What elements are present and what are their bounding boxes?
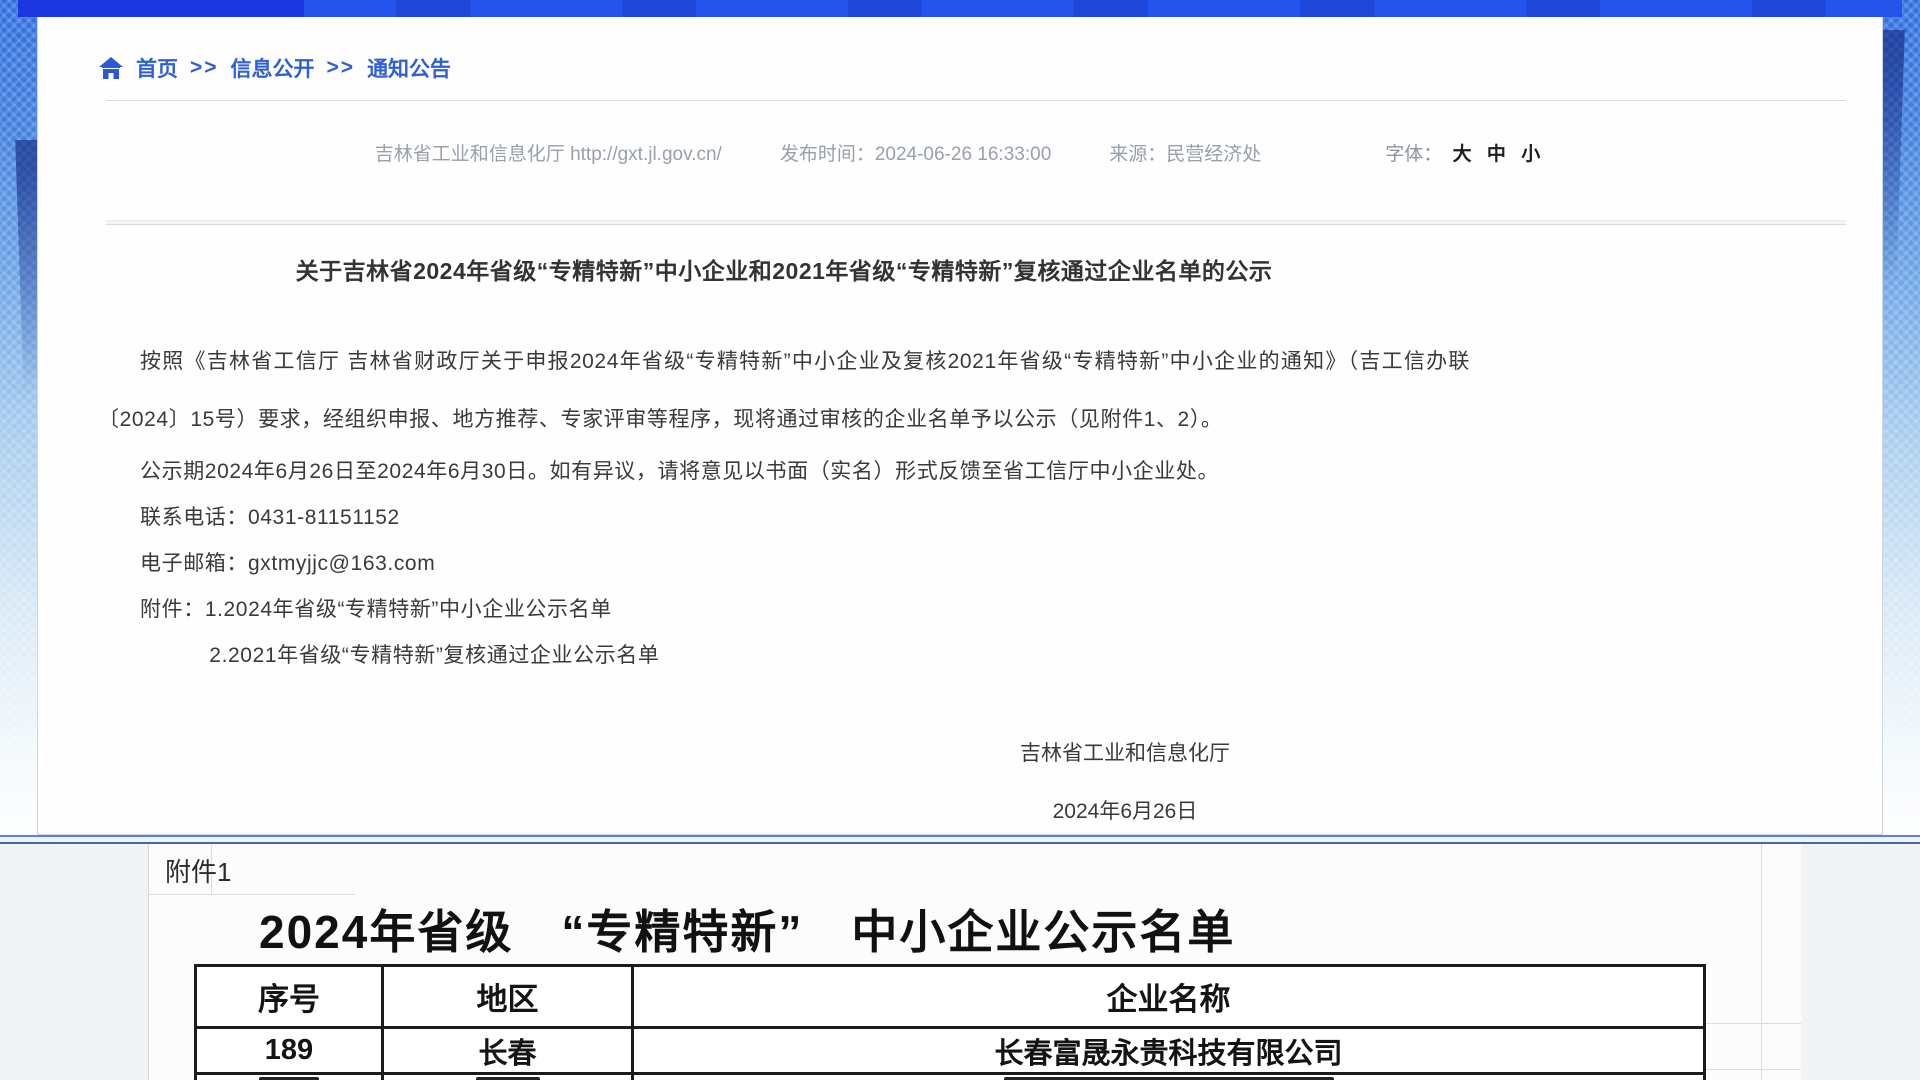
top-nav-bar <box>18 0 1902 17</box>
font-size-large-button[interactable]: 大 <box>1453 144 1472 165</box>
section-separator-line <box>0 835 1920 844</box>
right-diagonal-shade <box>1882 30 1920 370</box>
breadcrumb-divider <box>106 100 1846 101</box>
article-title: 关于吉林省2024年省级“专精特新”中小企业和2021年省级“专精特新”复核通过… <box>98 255 1470 287</box>
cell-company: 长春富晟永贵科技有限公司 <box>634 1029 1703 1075</box>
article-meta-bar: 吉林省工业和信息化厅 http://gxt.jl.gov.cn/ 发布时间：20… <box>38 139 1882 166</box>
article-paragraph: 公示期2024年6月26日至2024年6月30日。如有异议，请将意见以书面（实名… <box>98 449 1470 495</box>
font-size-control: 字体： 大 中 小 <box>1385 139 1545 166</box>
partial-cell <box>197 1075 384 1080</box>
article-paragraph: 按照《吉林省工信厅 吉林省财政厅关于申报2024年省级“专精特新”中小企业及复核… <box>98 333 1470 449</box>
breadcrumb-home-link[interactable]: 首页 <box>136 53 178 83</box>
breadcrumb-info-link[interactable]: 信息公开 <box>231 53 315 83</box>
contact-phone-line: 联系电话：0431-81151152 <box>98 495 1470 541</box>
cell-region: 长春 <box>384 1029 634 1075</box>
signature-org: 吉林省工业和信息化厅 <box>1020 725 1230 783</box>
sheet-title: 2024年省级 “专精特新” 中小企业公示名单 <box>259 896 1235 962</box>
company-table: 序号 地区 企业名称 189 长春 长春富晟永贵科技有限公司 <box>194 964 1706 1080</box>
attachment-line-1: 附件：1.2024年省级“专精特新”中小企业公示名单 <box>98 587 1470 633</box>
right-edge-decoration <box>1882 0 1920 845</box>
font-size-label: 字体： <box>1385 144 1442 165</box>
phone-number: 0431-81151152 <box>248 506 400 529</box>
font-size-small-button[interactable]: 小 <box>1521 144 1540 165</box>
table-row: 189 长春 长春富晟永贵科技有限公司 <box>197 1029 1703 1075</box>
article-body: 关于吉林省2024年省级“专精特新”中小企业和2021年省级“专精特新”复核通过… <box>98 255 1470 841</box>
attachment-sheet-label: 附件1 <box>165 852 231 889</box>
sheet-gridline <box>149 894 355 895</box>
site-name: 吉林省工业和信息化厅 http://gxt.jl.gov.cn/ <box>375 139 722 166</box>
attachment-preview-section: 附件1 2024年省级 “专精特新” 中小企业公示名单 序号 地区 企业名称 1… <box>0 844 1920 1080</box>
breadcrumb: 首页 >> 信息公开 >> 通知公告 <box>98 53 451 83</box>
partial-cell <box>634 1075 1703 1080</box>
header-seq: 序号 <box>197 967 384 1029</box>
cell-seq: 189 <box>197 1029 384 1075</box>
font-size-medium-button[interactable]: 中 <box>1487 144 1506 165</box>
signature-date: 2024年6月26日 <box>1020 783 1230 841</box>
table-header-row: 序号 地区 企业名称 <box>197 967 1703 1029</box>
breadcrumb-notice-link[interactable]: 通知公告 <box>367 53 451 83</box>
left-edge-decoration <box>0 0 38 845</box>
article-source: 来源：民营经济处 <box>1109 139 1261 166</box>
header-divider <box>106 220 1846 225</box>
publish-time: 发布时间：2024-06-26 16:33:00 <box>780 139 1051 166</box>
content-panel: 首页 >> 信息公开 >> 通知公告 吉林省工业和信息化厅 http://gxt… <box>37 17 1883 835</box>
breadcrumb-separator: >> <box>190 56 219 80</box>
partial-cell <box>384 1075 634 1080</box>
spreadsheet-preview: 附件1 2024年省级 “专精特新” 中小企业公示名单 序号 地区 企业名称 1… <box>148 844 1801 1080</box>
breadcrumb-separator: >> <box>327 56 356 80</box>
sheet-gridline <box>1706 1023 1801 1024</box>
sheet-gridline <box>1761 844 1762 1080</box>
header-company: 企业名称 <box>634 967 1703 1029</box>
attachment-line-2: 2.2021年省级“专精特新”复核通过企业公示名单 <box>98 633 1470 679</box>
home-icon[interactable] <box>98 56 124 80</box>
page: 首页 >> 信息公开 >> 通知公告 吉林省工业和信息化厅 http://gxt… <box>0 0 1920 1080</box>
left-diagonal-shade <box>0 140 38 480</box>
table-row-partial <box>197 1075 1703 1080</box>
email-address: gxtmyjjc@163.com <box>248 552 435 575</box>
contact-email-line: 电子邮箱：gxtmyjjc@163.com <box>98 541 1470 587</box>
sheet-gridline <box>1706 1069 1801 1070</box>
signature-block: 吉林省工业和信息化厅 2024年6月26日 <box>1020 725 1230 841</box>
header-region: 地区 <box>384 967 634 1029</box>
